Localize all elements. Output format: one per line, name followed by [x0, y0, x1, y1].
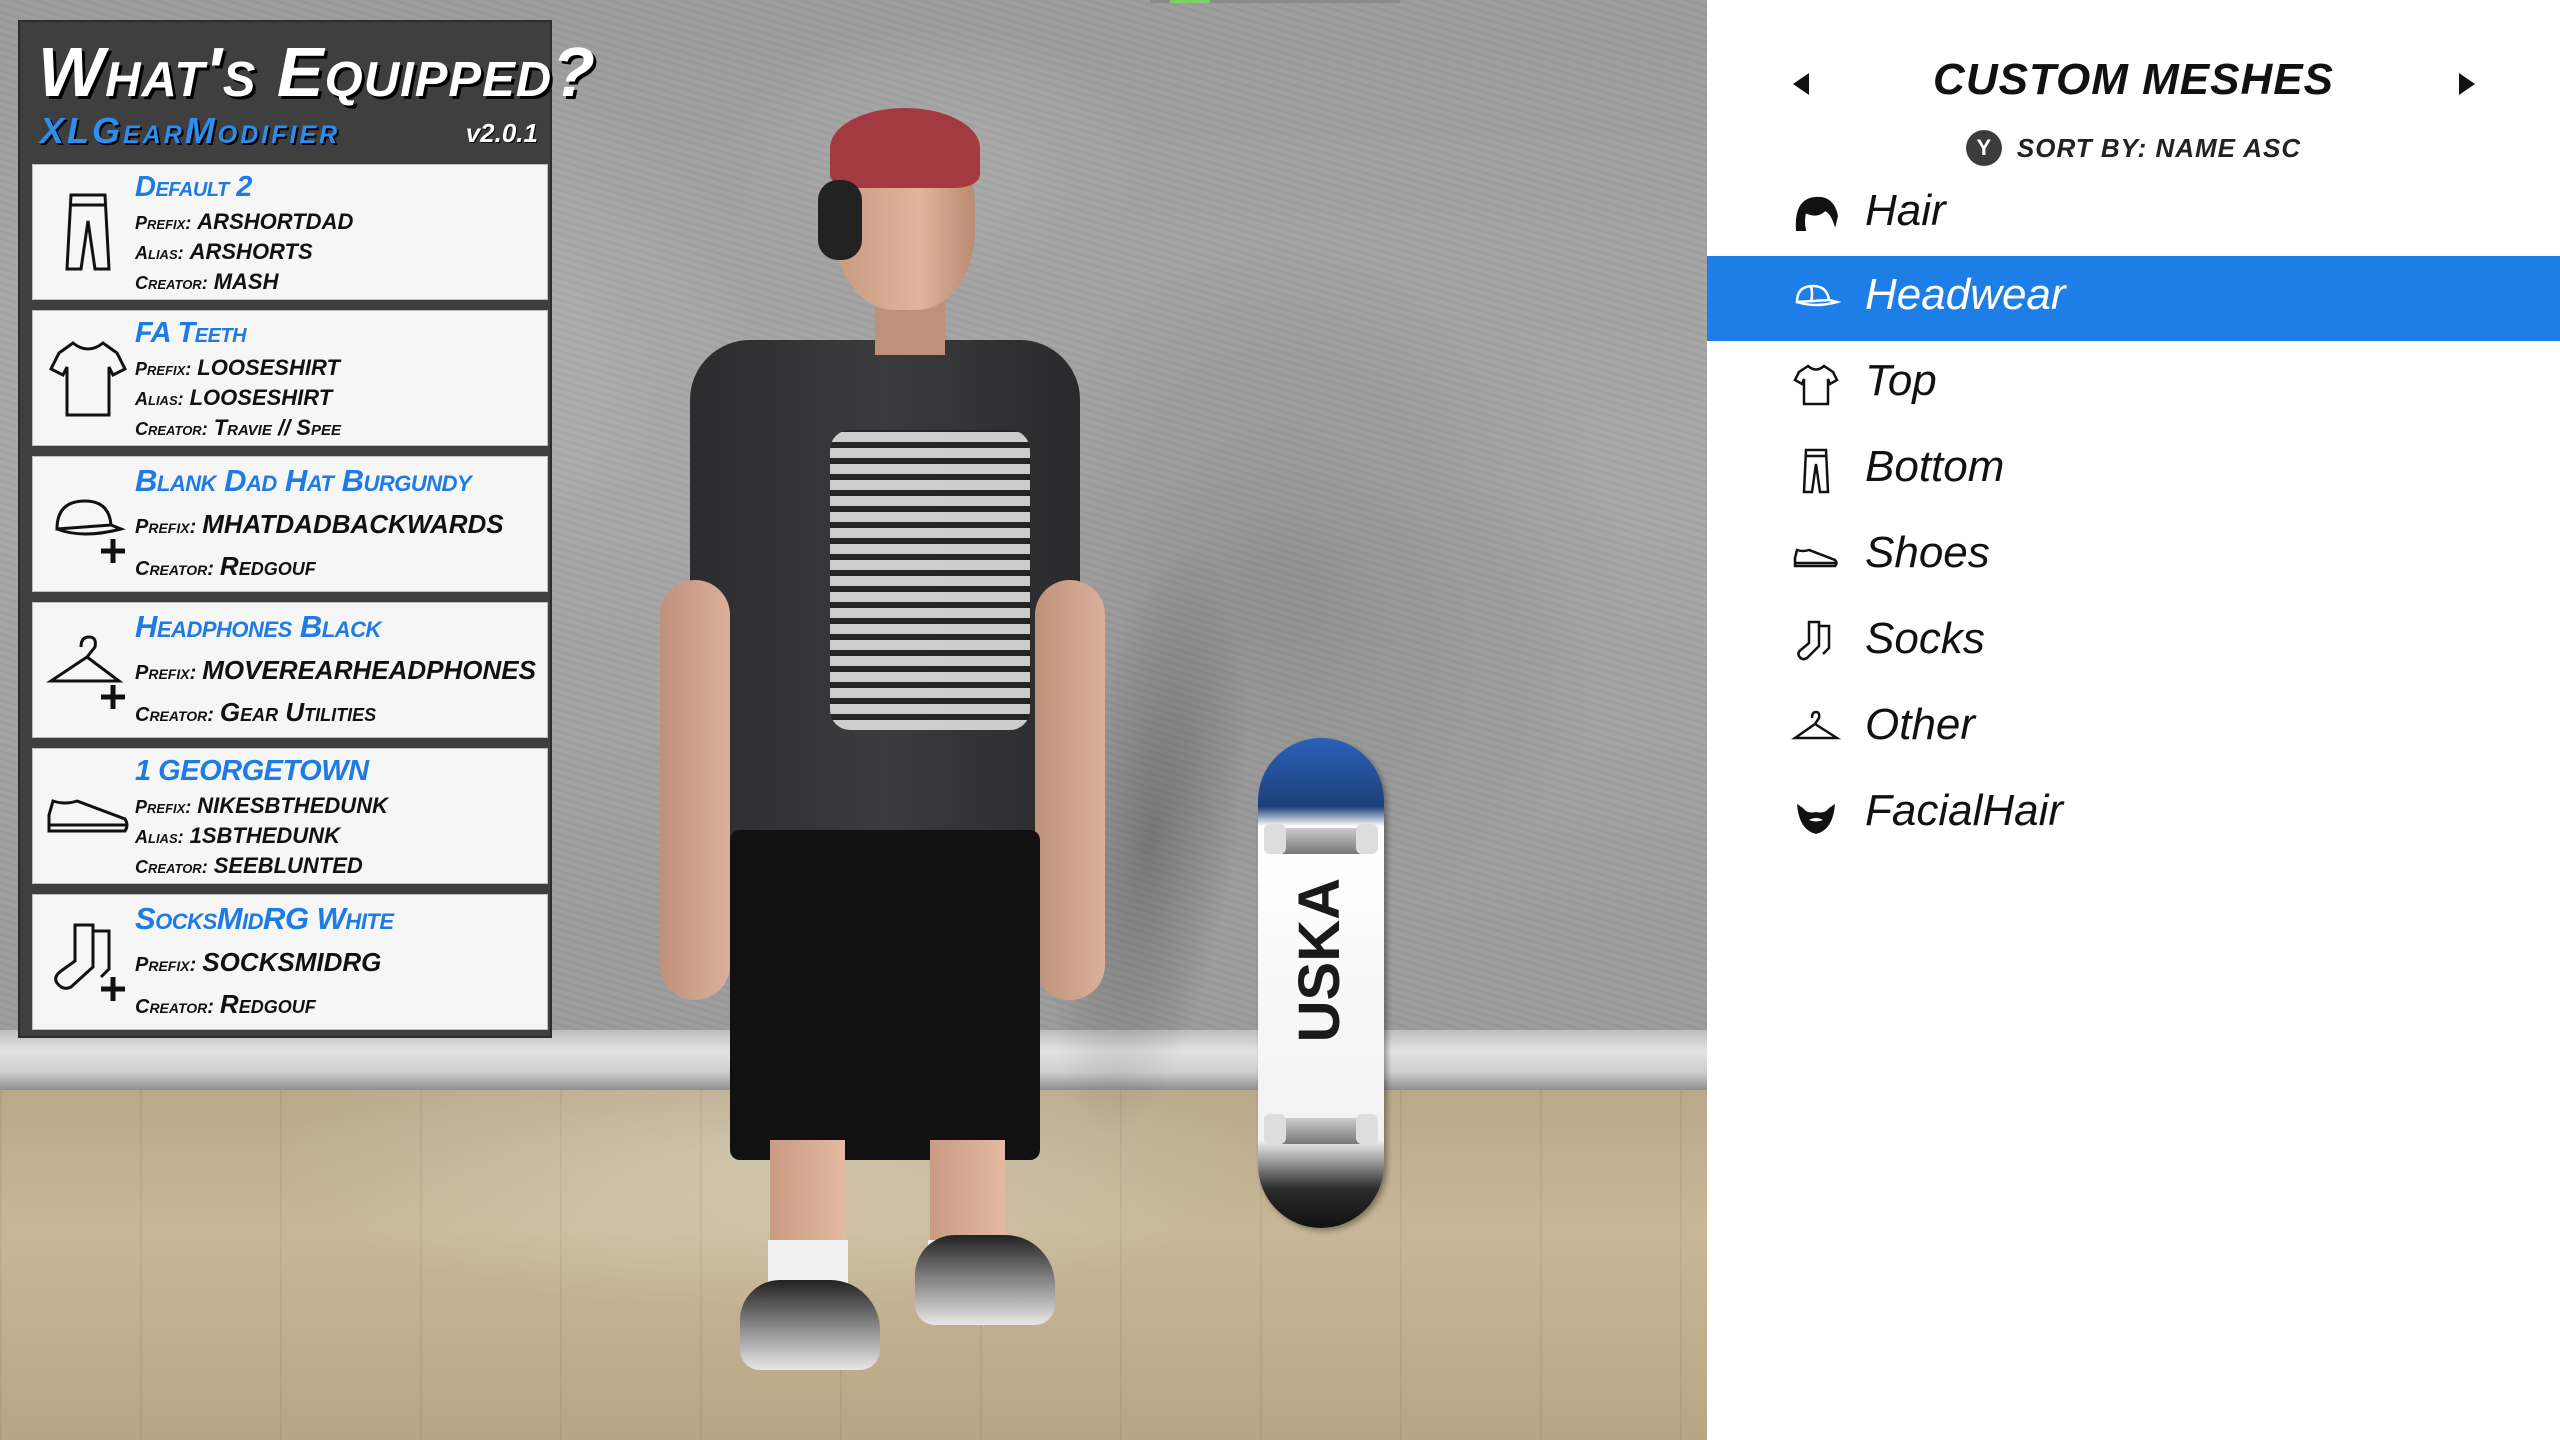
item-creator-row: Creator: Redgouf	[135, 551, 316, 581]
item-prefix: ARSHORTDAD	[197, 209, 354, 234]
wheel	[1264, 1114, 1286, 1144]
beard-icon	[1791, 790, 1841, 840]
skater-left-arm	[660, 580, 730, 1000]
mesh-panel-title: CUSTOM MESHES	[1933, 55, 2334, 104]
item-name: 1 GEORGETOWN	[135, 755, 369, 787]
item-alias-row: Alias: ARSHORTS	[135, 239, 313, 264]
top-status-strip	[1150, 0, 1400, 3]
mesh-item-top[interactable]: Top	[1707, 342, 2560, 427]
mod-version: v2.0.1	[465, 118, 538, 148]
sort-control[interactable]: Y SORT BY: NAME ASC	[1707, 130, 2560, 166]
item-creator-row: Creator: Travie // Spee	[135, 415, 341, 440]
item-prefix-row: Prefix: LOOSESHIRT	[135, 355, 340, 380]
item-prefix-row: Prefix: ARSHORTDAD	[135, 209, 354, 234]
item-prefix: MOVEREARHEADPHONES	[202, 655, 536, 685]
skateboard: USKA	[1258, 738, 1384, 1228]
item-name: FA Teeth	[135, 317, 247, 349]
item-prefix-row: Prefix: MOVEREARHEADPHONES	[135, 655, 536, 685]
mesh-item-hair[interactable]: Hair	[1707, 172, 2560, 257]
wheel	[1356, 824, 1378, 854]
mod-name: XLGearModifier	[40, 110, 341, 151]
item-prefix: SOCKSMIDRG	[202, 947, 382, 977]
wheel	[1356, 1114, 1378, 1144]
item-name: Default 2	[135, 171, 252, 203]
skater-right-arm	[1035, 580, 1105, 1000]
prev-page-arrow-icon[interactable]	[1793, 73, 1809, 95]
item-creator-row: Creator: MASH	[135, 269, 279, 294]
headphone-left	[818, 180, 862, 260]
item-creator-row: Creator: Gear Utilities	[135, 697, 377, 727]
item-prefix-row: Prefix: MHATDADBACKWARDS	[135, 509, 504, 539]
equipped-item-card[interactable]: Blank Dad Hat Burgundy Prefix: MHATDADBAC…	[32, 456, 548, 592]
hanger-icon	[1791, 704, 1842, 754]
pants-icon	[1791, 446, 1841, 496]
sort-label: SORT BY: NAME ASC	[2016, 132, 2302, 163]
equipped-item-card[interactable]: Default 2 Prefix: ARSHORTDAD Alias: ARSHOR…	[32, 164, 548, 300]
item-creator: Travie // Spee	[213, 415, 341, 440]
item-alias: 1SBTHEDUNK	[189, 823, 340, 848]
cap-plus-icon	[43, 479, 133, 569]
item-prefix: LOOSESHIRT	[197, 355, 340, 380]
skater-left-shoe	[740, 1280, 880, 1370]
item-alias-row: Alias: 1SBTHEDUNK	[135, 823, 340, 848]
mesh-item-socks[interactable]: Socks	[1707, 600, 2560, 685]
item-prefix: MHATDADBACKWARDS	[202, 509, 504, 539]
item-creator-row: Creator: SEEBLUNTED	[135, 853, 363, 878]
mesh-item-headwear[interactable]: Headwear	[1707, 256, 2560, 341]
item-creator: SEEBLUNTED	[213, 853, 363, 878]
pants-icon	[43, 187, 133, 277]
mesh-item-facialhair[interactable]: FacialHair	[1707, 772, 2560, 857]
item-alias-row: Alias: LOOSESHIRT	[135, 385, 333, 410]
equipped-panel: What's Equipped? XLGearModifier v2.0.1 D…	[18, 20, 595, 1038]
item-prefix-row: Prefix: SOCKSMIDRG	[135, 947, 382, 977]
equipped-item-card[interactable]: 1 GEORGETOWN Prefix: NIKESBTHEDUNK Alias:…	[32, 748, 548, 884]
socks-plus-icon	[43, 917, 133, 1007]
mesh-item-shoes[interactable]: Shoes	[1707, 514, 2560, 599]
deck-graphic-text: USKA	[1287, 878, 1352, 1043]
mesh-header: CUSTOM MESHES	[1707, 55, 2560, 115]
item-prefix-row: Prefix: NIKESBTHEDUNK	[135, 793, 388, 818]
next-page-arrow-icon[interactable]	[2459, 73, 2475, 95]
tshirt-icon	[43, 333, 133, 423]
item-creator: Redgouf	[219, 989, 316, 1019]
skater-right-shoe	[915, 1235, 1055, 1325]
item-name: SocksMidRG White	[135, 901, 394, 936]
item-alias: LOOSESHIRT	[189, 385, 333, 410]
shoe-icon	[43, 771, 133, 861]
item-creator: Gear Utilities	[219, 697, 377, 727]
skater-shorts	[730, 830, 1040, 1160]
item-name: Blank Dad Hat Burgundy	[135, 463, 472, 498]
item-name: Headphones Black	[135, 609, 381, 644]
item-alias: ARSHORTS	[189, 239, 313, 264]
hair-icon	[1791, 190, 1841, 240]
custom-meshes-panel: CUSTOM MESHES Y SORT BY: NAME ASC Hair H…	[1707, 0, 2560, 1440]
equipped-item-card[interactable]: Headphones Black Prefix: MOVEREARHEADPHON…	[32, 602, 548, 738]
skater-character	[640, 100, 1283, 1370]
mesh-item-bottom[interactable]: Bottom	[1707, 428, 2560, 513]
equipped-item-card[interactable]: FA Teeth Prefix: LOOSESHIRT Alias: LOOSESH…	[32, 310, 548, 446]
item-creator: Redgouf	[219, 551, 316, 581]
cap-icon	[1791, 274, 1842, 324]
item-creator-row: Creator: Redgouf	[135, 989, 316, 1019]
shirt-print	[830, 430, 1030, 730]
wheel	[1264, 824, 1286, 854]
rear-truck	[1276, 1118, 1366, 1144]
item-creator: MASH	[213, 269, 279, 294]
socks-icon	[1791, 618, 1841, 668]
y-button-icon[interactable]: Y	[1965, 130, 2002, 166]
equipped-item-card[interactable]: SocksMidRG White Prefix: SOCKSMIDRG Creat…	[32, 894, 548, 1030]
equipped-title: What's Equipped?	[38, 33, 596, 111]
tshirt-icon	[1791, 360, 1841, 410]
hanger-plus-icon	[43, 625, 133, 715]
mesh-item-other[interactable]: Other	[1707, 686, 2560, 771]
front-truck	[1276, 828, 1366, 854]
shoe-icon	[1791, 532, 1841, 582]
item-prefix: NIKESBTHEDUNK	[197, 793, 388, 818]
skater-cap	[830, 108, 980, 188]
